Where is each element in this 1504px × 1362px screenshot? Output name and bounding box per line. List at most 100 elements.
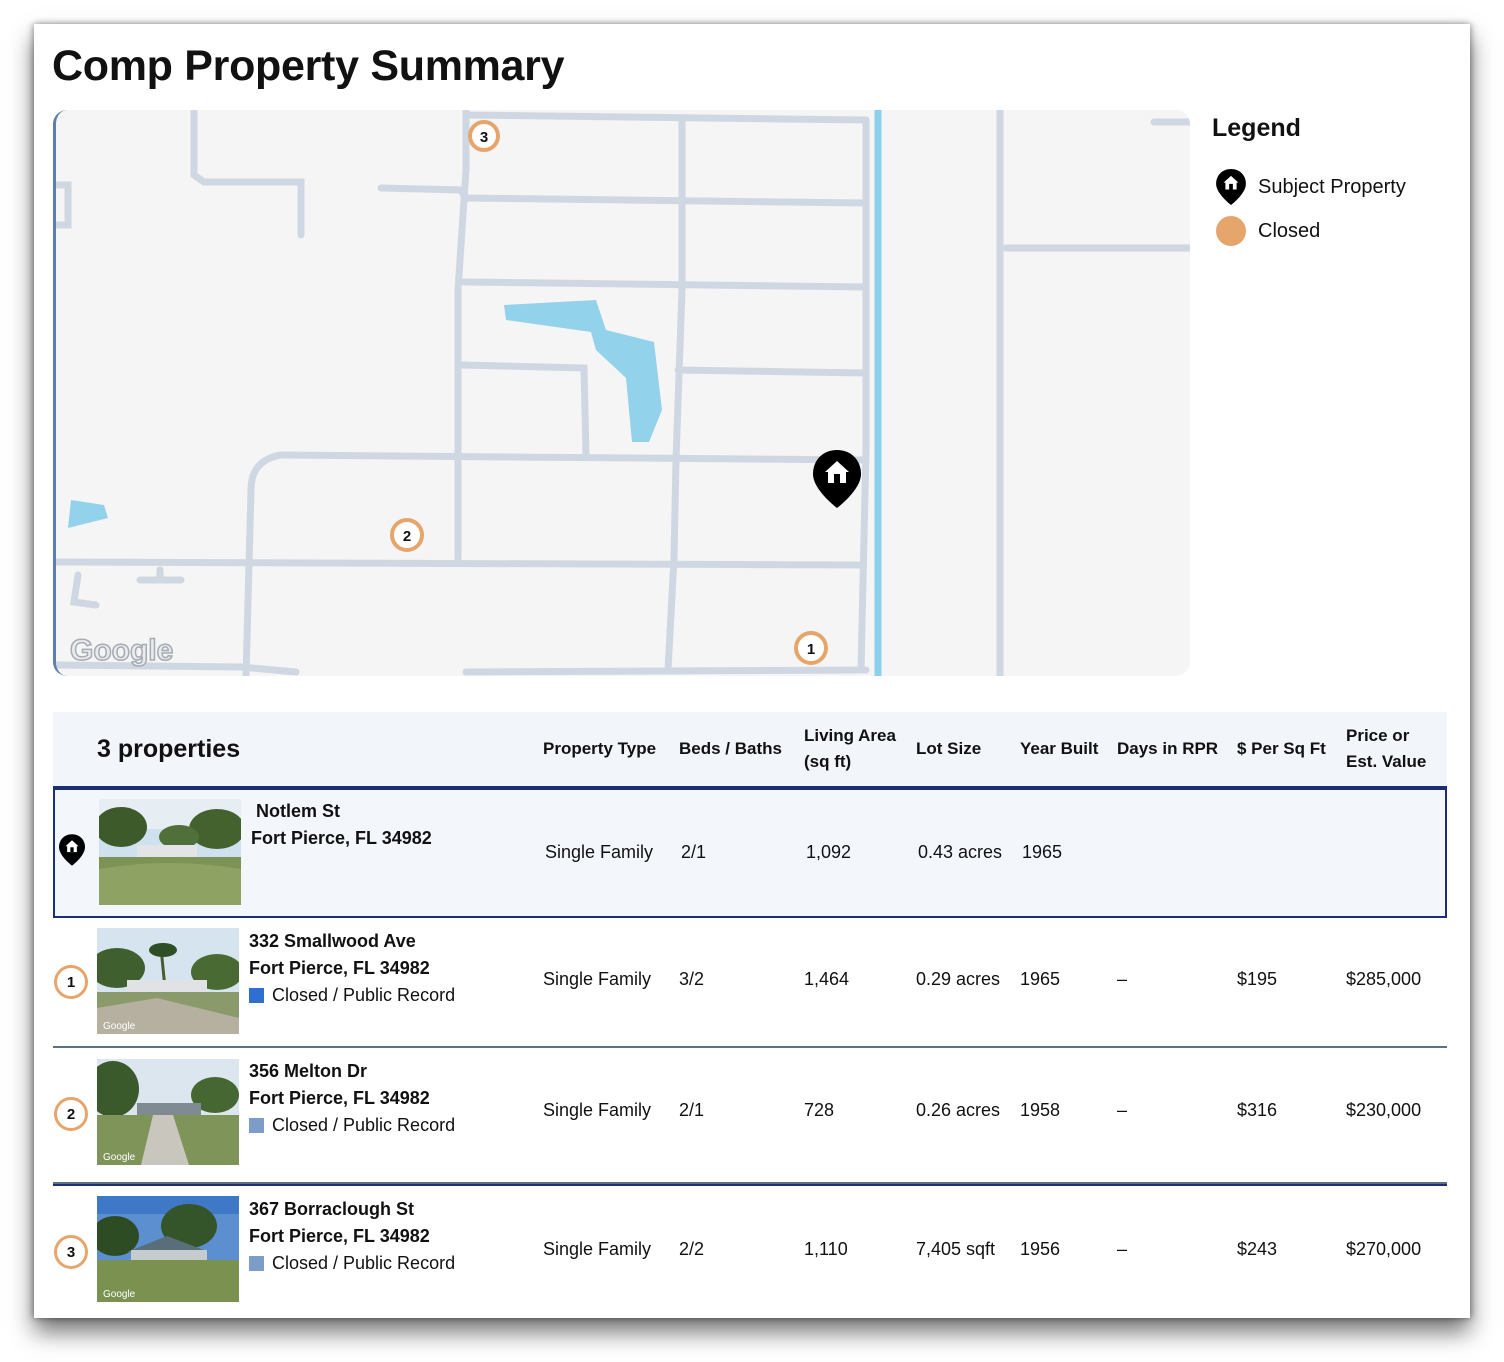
- comp-beds-1: 3/2: [679, 969, 705, 989]
- comp-address-2: 356 Melton Dr Fort Pierce, FL 34982 Clos…: [249, 1058, 455, 1139]
- comp-street-3[interactable]: 367 Borraclough St: [249, 1196, 455, 1223]
- subject-area: 1,092: [806, 842, 852, 862]
- map-marker-1-label: 1: [807, 641, 815, 658]
- comp-area-2: 728: [804, 1100, 835, 1120]
- comp-photo-2[interactable]: Google: [97, 1059, 239, 1165]
- header-living-area[interactable]: Living Area (sq ft): [804, 712, 896, 786]
- subject-photo[interactable]: [99, 799, 241, 905]
- comp-ppsf-1: $195: [1237, 969, 1278, 989]
- legend-label-closed: Closed: [1258, 219, 1321, 242]
- map-marker-3[interactable]: 3: [468, 120, 500, 152]
- subject-pin-icon: [1212, 169, 1250, 205]
- header-living-area-line1: Living Area: [804, 726, 896, 745]
- comp-photo-2-credit: Google: [103, 1152, 136, 1163]
- subject-city: Fort Pierce, FL 34982: [251, 828, 432, 848]
- legend-title: Legend: [1212, 114, 1301, 142]
- comp-year-2: 1958: [1020, 1100, 1061, 1120]
- comp-year-1: 1965: [1020, 969, 1061, 989]
- comp-city-1: Fort Pierce, FL 34982: [249, 958, 430, 978]
- comp-address-1: 332 Smallwood Ave Fort Pierce, FL 34982 …: [249, 928, 455, 1009]
- property-count: 3 properties: [97, 735, 241, 763]
- comp-price-3: $270,000: [1346, 1239, 1422, 1259]
- subject-lot: 0.43 acres: [918, 842, 1003, 862]
- header-lot-size[interactable]: Lot Size: [916, 712, 981, 786]
- comp-address-3: 367 Borraclough St Fort Pierce, FL 34982…: [249, 1196, 455, 1277]
- comp-lot-2: 0.26 acres: [916, 1100, 1001, 1120]
- comp-lot-1: 0.29 acres: [916, 969, 1001, 989]
- comp-marker-1: 1: [54, 965, 88, 999]
- comp-beds-3: 2/2: [679, 1239, 705, 1259]
- map-marker-2[interactable]: 2: [390, 518, 424, 552]
- subject-street: Notlem St: [256, 801, 341, 821]
- map-marker-2-label: 2: [403, 528, 411, 545]
- map-streets: 3 2 1 Google: [56, 110, 1190, 676]
- comp-type-3: Single Family: [543, 1239, 652, 1259]
- legend-item-closed: Closed: [1212, 209, 1406, 253]
- subject-type: Single Family: [545, 842, 654, 862]
- header-price[interactable]: Price or Est. Value: [1346, 712, 1426, 786]
- comp-type-1: Single Family: [543, 969, 652, 989]
- comp-status-3: Closed / Public Record: [249, 1250, 455, 1277]
- map-marker-3-label: 3: [480, 129, 488, 146]
- subject-map-pin-icon[interactable]: [813, 450, 861, 508]
- comp-ppsf-3: $243: [1237, 1239, 1278, 1259]
- comp-area-1: 1,464: [804, 969, 850, 989]
- comp-lot-3: 7,405 sqft: [916, 1239, 996, 1259]
- comp-status-1: Closed / Public Record: [249, 982, 455, 1009]
- map[interactable]: 3 2 1 Google: [53, 110, 1190, 676]
- subject-pin-icon: [59, 834, 91, 866]
- comp-row-3[interactable]: 3 Google 367 Borraclough St Fort Pierce,…: [53, 1184, 1447, 1316]
- closed-dot-icon: [1212, 216, 1250, 246]
- comp-days-1: –: [1117, 969, 1128, 989]
- header-property-type[interactable]: Property Type: [543, 712, 656, 786]
- comp-days-3: –: [1117, 1239, 1128, 1259]
- comp-street-1[interactable]: 332 Smallwood Ave: [249, 928, 455, 955]
- comp-status-2: Closed / Public Record: [249, 1112, 455, 1139]
- subject-address: Notlem St Fort Pierce, FL 34982: [251, 798, 432, 852]
- comp-city-2: Fort Pierce, FL 34982: [249, 1088, 430, 1108]
- page-title: Comp Property Summary: [52, 42, 565, 90]
- comp-photo-3-credit: Google: [103, 1289, 136, 1300]
- legend-item-subject: Subject Property: [1212, 165, 1406, 209]
- comp-marker-3: 3: [54, 1235, 88, 1269]
- comp-city-3: Fort Pierce, FL 34982: [249, 1226, 430, 1246]
- comp-beds-2: 2/1: [679, 1100, 705, 1120]
- comp-status-label-3: Closed / Public Record: [272, 1253, 456, 1273]
- comp-photo-3[interactable]: Google: [97, 1196, 239, 1302]
- comp-ppsf-2: $316: [1237, 1100, 1278, 1120]
- comp-type-2: Single Family: [543, 1100, 652, 1120]
- comp-price-2: $230,000: [1346, 1100, 1422, 1120]
- header-living-area-line2: (sq ft): [804, 752, 852, 771]
- status-square-icon: [249, 1118, 264, 1133]
- header-beds-baths[interactable]: Beds / Baths: [679, 712, 782, 786]
- comp-status-label-2: Closed / Public Record: [272, 1115, 456, 1135]
- comp-table: 3 properties Property Type Beds / Baths …: [53, 712, 1447, 1316]
- comp-photo-1[interactable]: Google: [97, 928, 239, 1034]
- header-price-per-sqft[interactable]: $ Per Sq Ft: [1237, 712, 1326, 786]
- comp-status-label-1: Closed / Public Record: [272, 985, 456, 1005]
- legend: Legend Subject Property Closed: [1212, 114, 1406, 253]
- comp-days-2: –: [1117, 1100, 1128, 1120]
- table-header: 3 properties Property Type Beds / Baths …: [53, 712, 1447, 788]
- comp-street-2[interactable]: 356 Melton Dr: [249, 1058, 455, 1085]
- subject-year: 1965: [1022, 842, 1063, 862]
- subject-row[interactable]: Notlem St Fort Pierce, FL 34982 Single F…: [53, 788, 1447, 918]
- header-price-line2: Est. Value: [1346, 752, 1427, 771]
- comp-photo-1-credit: Google: [103, 1021, 136, 1032]
- header-price-line1: Price or: [1346, 726, 1410, 745]
- legend-label-subject: Subject Property: [1258, 175, 1406, 198]
- status-square-icon: [249, 988, 264, 1003]
- map-marker-1[interactable]: 1: [794, 631, 828, 665]
- report-page: Comp Property Summary 3 2 1 Google Legen…: [34, 24, 1470, 1318]
- comp-year-3: 1956: [1020, 1239, 1061, 1259]
- comp-row-1[interactable]: 1 Google 332 Smallwood Ave Fort Pierce, …: [53, 918, 1447, 1048]
- subject-beds: 2/1: [681, 842, 707, 862]
- comp-area-3: 1,110: [804, 1239, 848, 1259]
- status-square-icon: [249, 1256, 264, 1271]
- comp-price-1: $285,000: [1346, 969, 1422, 989]
- google-attribution: Google: [70, 634, 173, 667]
- comp-row-2[interactable]: 2 Google 356 Melton Dr Fort Pierce, FL 3…: [53, 1048, 1447, 1184]
- header-year-built[interactable]: Year Built: [1020, 712, 1098, 786]
- comp-marker-2: 2: [54, 1097, 88, 1131]
- header-days-in-rpr[interactable]: Days in RPR: [1117, 712, 1218, 786]
